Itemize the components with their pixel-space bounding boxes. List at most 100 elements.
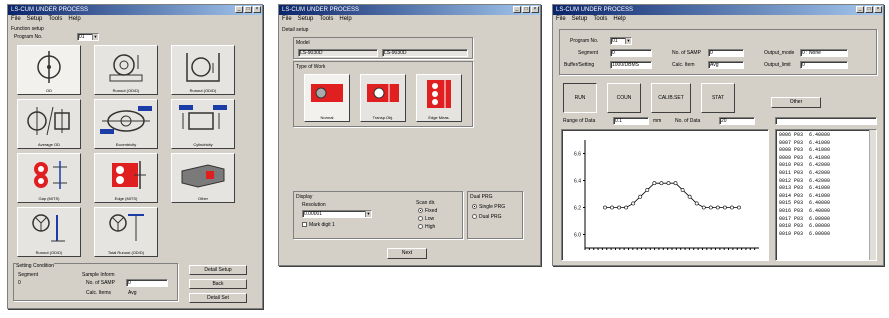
tile-runout[interactable]: Runout (OD/D) bbox=[94, 45, 158, 95]
list-item[interactable]: 0017 P03 6.00000 bbox=[779, 216, 876, 224]
list-item[interactable]: 0009 P03 6.41000 bbox=[779, 155, 876, 163]
data-point bbox=[645, 188, 650, 192]
tile-runout-3[interactable]: Runout (OD/D) bbox=[17, 207, 81, 257]
data-list[interactable]: 0006 P03 6.40000 0007 P03 6.41000 0008 P03… bbox=[775, 129, 877, 261]
type-normal-button[interactable]: Normal bbox=[304, 74, 350, 122]
no-samp-field[interactable]: 0 bbox=[708, 49, 744, 57]
data-point bbox=[603, 205, 607, 210]
menu-help[interactable]: Help bbox=[68, 15, 80, 24]
scan-dir-low-label: Low bbox=[425, 216, 435, 222]
close-button[interactable]: × bbox=[253, 6, 261, 13]
mark-digit-checkbox[interactable] bbox=[302, 222, 307, 227]
list-item[interactable]: 0007 P03 6.41000 bbox=[779, 140, 876, 148]
program-no-select[interactable]: 01 ▼ bbox=[610, 37, 632, 45]
tile-other[interactable]: Other bbox=[171, 153, 235, 203]
other-button[interactable]: Other bbox=[771, 97, 821, 108]
list-item[interactable]: 0015 P03 6.40000 bbox=[779, 200, 876, 208]
type-transparent-button[interactable]: Transp.Obj. bbox=[360, 74, 406, 122]
menu-setup[interactable]: Setup bbox=[298, 15, 314, 24]
segment-field[interactable]: 0 bbox=[610, 49, 652, 57]
output-mode-field[interactable]: 0 : None bbox=[800, 49, 848, 57]
list-item[interactable]: 0008 P03 6.41000 bbox=[779, 147, 876, 155]
list-item[interactable]: 0011 P03 6.42000 bbox=[779, 170, 876, 178]
list-item[interactable]: 0006 P03 6.40000 bbox=[779, 132, 876, 140]
detail-set-button[interactable]: Detail Set bbox=[189, 293, 247, 303]
list-item[interactable]: 0018 P03 6.00000 bbox=[779, 223, 876, 231]
tile-od[interactable]: OD bbox=[17, 45, 81, 95]
eccentricity-icon bbox=[100, 106, 152, 134]
data-point bbox=[673, 181, 678, 186]
menu-file[interactable]: File bbox=[11, 15, 21, 24]
menu-tools[interactable]: Tools bbox=[48, 15, 62, 24]
resolution-select[interactable]: 0.00001 ▼ bbox=[302, 210, 372, 218]
maximize-button[interactable]: □ bbox=[244, 6, 252, 13]
menu-file[interactable]: File bbox=[556, 15, 566, 24]
tile-gap[interactable]: Gap (MITS) bbox=[17, 153, 81, 203]
total-runout-icon bbox=[109, 214, 144, 241]
menu-setup[interactable]: Setup bbox=[27, 15, 43, 24]
edge-icon bbox=[112, 161, 146, 189]
coun-button[interactable]: COUN bbox=[607, 83, 641, 113]
no-samp-field[interactable]: 0 bbox=[126, 279, 168, 287]
run-button[interactable]: RUN bbox=[563, 83, 597, 113]
edge-measurement-icon bbox=[427, 80, 451, 108]
tile-cylindricity[interactable]: Cylindricity bbox=[171, 99, 235, 149]
output-mode-label: Output_mode bbox=[764, 50, 795, 56]
tile-runout-2[interactable]: Runout (OD/D) bbox=[171, 45, 235, 95]
data-point bbox=[680, 188, 685, 192]
list-item[interactable]: 0019 P03 6.00000 bbox=[779, 231, 876, 239]
data-point bbox=[638, 194, 643, 199]
tile-eccentricity[interactable]: Eccentricity bbox=[94, 99, 158, 149]
range-unit: mm bbox=[653, 118, 662, 124]
minimize-button[interactable]: _ bbox=[856, 6, 864, 13]
list-item[interactable]: 0013 P03 6.41000 bbox=[779, 185, 876, 193]
od-icon bbox=[37, 51, 61, 83]
single-prg-radio[interactable] bbox=[472, 204, 477, 209]
menu-tools[interactable]: Tools bbox=[319, 15, 333, 24]
tile-average-od[interactable]: Average OD bbox=[17, 99, 81, 149]
output-limit-field[interactable]: 0 bbox=[800, 61, 848, 69]
tile-total-runout[interactable]: Total Runout (OD/D) bbox=[94, 207, 158, 257]
runout2-icon bbox=[186, 53, 220, 82]
minimize-button[interactable]: _ bbox=[513, 6, 521, 13]
menu-setup[interactable]: Setup bbox=[572, 15, 588, 24]
scan-dir-fixed-radio[interactable] bbox=[418, 208, 423, 213]
maximize-button[interactable]: □ bbox=[522, 6, 530, 13]
range-of-data-field[interactable]: 0.1 bbox=[613, 117, 649, 125]
close-button[interactable]: × bbox=[874, 6, 882, 13]
list-scrollbar[interactable] bbox=[869, 130, 876, 260]
list-item[interactable]: 0010 P03 6.42000 bbox=[779, 162, 876, 170]
maximize-button[interactable]: □ bbox=[865, 6, 873, 13]
data-point bbox=[737, 205, 741, 210]
calib-set-button[interactable]: CALIB.SET bbox=[651, 83, 691, 113]
scan-dir-high-radio[interactable] bbox=[418, 224, 423, 229]
scan-dir-label: Scan dir. bbox=[416, 200, 436, 206]
calc-item-field[interactable]: Avg bbox=[708, 61, 744, 69]
back-button[interactable]: Back bbox=[189, 279, 247, 289]
menu-file[interactable]: File bbox=[282, 15, 292, 24]
minimize-button[interactable]: _ bbox=[235, 6, 243, 13]
menu-help[interactable]: Help bbox=[613, 15, 625, 24]
y-tick-label: 6.0 bbox=[574, 233, 581, 239]
dual-prg-group: Dual PRG Single PRG Dual PRG bbox=[467, 191, 523, 239]
detail-setup-button[interactable]: Detail Setup bbox=[189, 265, 247, 275]
chevron-down-icon: ▼ bbox=[92, 34, 98, 40]
menu-help[interactable]: Help bbox=[339, 15, 351, 24]
dual-prg-radio[interactable] bbox=[472, 214, 477, 219]
type-edge-button[interactable]: Edge Meas. bbox=[416, 74, 462, 122]
buffer-field[interactable]: 1000/DBMS bbox=[610, 61, 652, 69]
data-point bbox=[687, 194, 692, 199]
tile-edge[interactable]: Edge (MITS) bbox=[94, 153, 158, 203]
range-of-data-label: Range of Data bbox=[563, 118, 596, 124]
close-button[interactable]: × bbox=[531, 6, 539, 13]
list-item[interactable]: 0016 P03 6.40000 bbox=[779, 208, 876, 216]
menu-tools[interactable]: Tools bbox=[593, 15, 607, 24]
program-no-select[interactable]: 01 ▼ bbox=[77, 33, 99, 41]
list-item[interactable]: 0012 P03 6.42000 bbox=[779, 178, 876, 186]
section-label: Detail setup bbox=[282, 27, 309, 33]
no-of-data-field[interactable]: 20 bbox=[719, 117, 755, 125]
list-item[interactable]: 0014 P03 6.41000 bbox=[779, 193, 876, 201]
next-button[interactable]: Next bbox=[387, 248, 427, 259]
stat-button[interactable]: STAT bbox=[701, 83, 735, 113]
scan-dir-low-radio[interactable] bbox=[418, 216, 423, 221]
